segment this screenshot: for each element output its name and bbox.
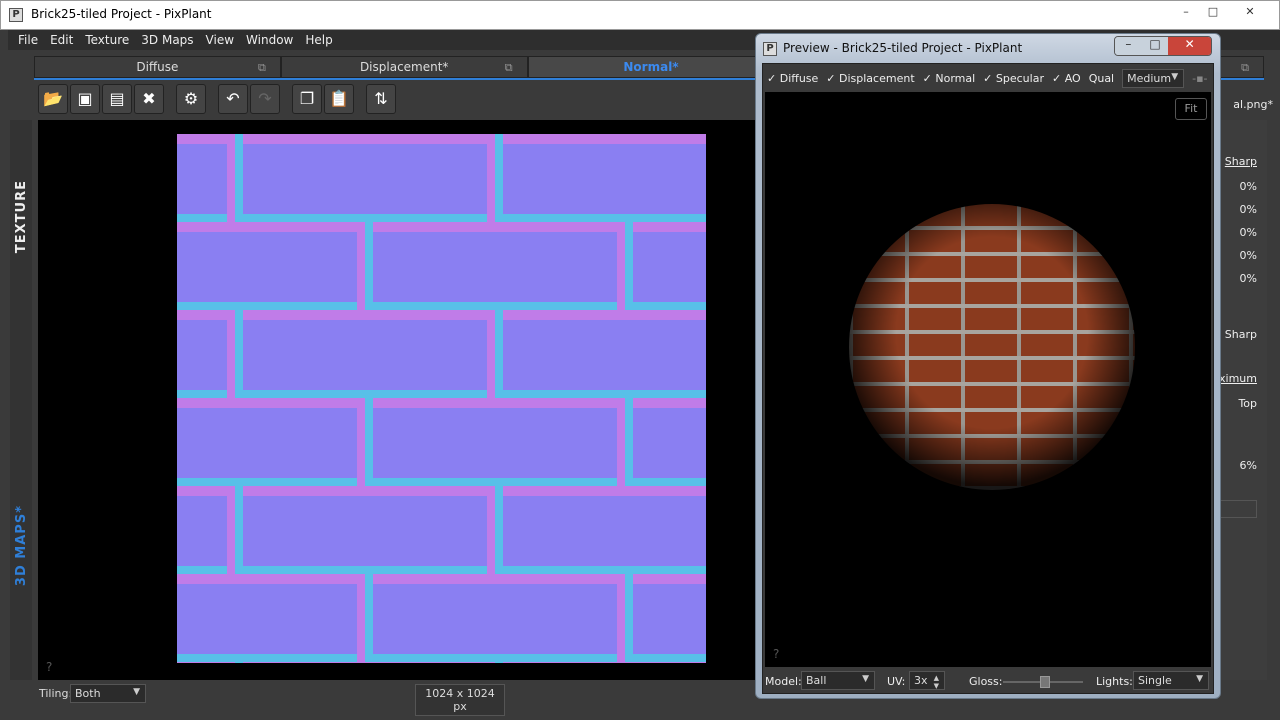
model-label: Model: <box>765 675 802 688</box>
chevron-down-icon: ▼ <box>133 687 140 697</box>
undock-icon[interactable]: ⧉ <box>258 57 266 78</box>
quality-value: Medium <box>1127 72 1172 85</box>
preview-minimize-button[interactable]: – <box>1115 37 1142 55</box>
menu-view[interactable]: View <box>206 33 234 47</box>
open-folder-icon[interactable]: 📂 <box>38 84 68 114</box>
checkbox-normal[interactable]: ✓ Normal <box>923 72 976 85</box>
app-icon: P <box>763 42 777 56</box>
undo-icon[interactable]: ↶ <box>218 84 248 114</box>
undock-icon[interactable]: ⧉ <box>1241 57 1249 78</box>
menu-edit[interactable]: Edit <box>50 33 73 47</box>
tab-label: Displacement* <box>359 60 449 74</box>
app-icon: P <box>9 8 23 22</box>
save-as-icon[interactable]: ▤ <box>102 84 132 114</box>
window-title: Brick25-tiled Project - PixPlant <box>31 7 212 21</box>
menu-window[interactable]: Window <box>246 33 293 47</box>
help-icon[interactable]: ? <box>46 660 52 674</box>
side-tab-3d-maps[interactable]: 3D MAPS* <box>14 505 29 586</box>
map-toggles: ✓ Diffuse ✓ Displacement ✓ Normal ✓ Spec… <box>767 69 1208 88</box>
chevron-down-icon: ▼ <box>1171 72 1179 82</box>
checkbox-ao[interactable]: ✓ AO <box>1052 72 1081 85</box>
tab-normal[interactable]: Normal* <box>527 56 775 78</box>
save-icon[interactable]: ▣ <box>70 84 100 114</box>
uv-spinner[interactable]: 3x ▲ ▼ <box>909 671 945 690</box>
texture-size: 1024 x 1024 px <box>415 684 505 716</box>
side-strip: TEXTURE 3D MAPS* <box>10 120 32 680</box>
preview-controls: Model: Ball ▼ UV: 3x ▲ ▼ Gloss: Lights: Sin… <box>765 670 1211 694</box>
gloss-slider[interactable] <box>1003 676 1083 688</box>
maximize-button[interactable]: □ <box>1200 3 1226 21</box>
toolbar: 📂 ▣ ▤ ✖ ⚙ ↶ ↷ ❐ 📋 ⇅ <box>38 84 396 116</box>
checkbox-displacement[interactable]: ✓ Displacement <box>826 72 914 85</box>
checkbox-label: Displacement <box>839 72 915 85</box>
settings-gear-icon[interactable]: ⚙ <box>176 84 206 114</box>
side-tab-texture[interactable]: TEXTURE <box>14 180 29 253</box>
copy-icon[interactable]: ❐ <box>292 84 322 114</box>
filename: al.png* <box>1233 98 1273 111</box>
preview-body: ✓ Diffuse ✓ Displacement ✓ Normal ✓ Spec… <box>762 63 1214 694</box>
quality-label: Qual <box>1088 72 1115 85</box>
tiling-label: Tiling: <box>39 687 73 700</box>
tab-label: Diffuse <box>136 60 179 74</box>
tab-diffuse[interactable]: Diffuse ⧉ <box>34 56 281 78</box>
checkbox-label: Normal <box>935 72 976 85</box>
menu-file[interactable]: File <box>18 33 38 47</box>
status-bar: Tiling: Both ▼ 1024 x 1024 px <box>38 680 755 716</box>
brick-normal-pattern <box>177 134 706 663</box>
tiling-value: Both <box>75 687 101 700</box>
help-icon[interactable]: ? <box>773 647 779 661</box>
title-bar: P Brick25-tiled Project - PixPlant – □ ✕ <box>0 0 1280 30</box>
menu-texture[interactable]: Texture <box>85 33 129 47</box>
chevron-down-icon: ▼ <box>862 674 869 684</box>
model-select[interactable]: Ball ▼ <box>801 671 875 690</box>
redo-icon[interactable]: ↷ <box>250 84 280 114</box>
mini-slider[interactable]: -▪- <box>1192 72 1207 85</box>
tab-label: Normal* <box>623 60 679 74</box>
pct-value: 0% <box>1239 249 1257 262</box>
undock-icon[interactable]: ⧉ <box>505 57 513 78</box>
model-value: Ball <box>806 674 827 687</box>
tab-displacement[interactable]: Displacement* ⧉ <box>280 56 528 78</box>
quality-select[interactable]: Medium ▼ <box>1122 69 1185 88</box>
gloss-label: Gloss: <box>969 675 1003 688</box>
checkbox-label: Diffuse <box>779 72 819 85</box>
pct-value: 0% <box>1239 272 1257 285</box>
preview-title: Preview - Brick25-tiled Project - PixPla… <box>783 41 1023 55</box>
pct-value: 6% <box>1239 459 1257 472</box>
lights-value: Single <box>1138 674 1172 687</box>
sharp-link[interactable]: Sharp <box>1225 155 1257 168</box>
pct-value: 0% <box>1239 180 1257 193</box>
swap-arrows-icon[interactable]: ⇅ <box>366 84 396 114</box>
preview-window: P Preview - Brick25-tiled Project - PixP… <box>755 33 1221 699</box>
preview-close-button[interactable]: ✕ <box>1168 37 1211 55</box>
chevron-down-icon: ▼ <box>1196 674 1203 684</box>
lights-select[interactable]: Single ▼ <box>1133 671 1209 690</box>
spinner-arrows-icon[interactable]: ▲ ▼ <box>934 674 939 690</box>
sharp-value: Sharp <box>1224 328 1257 341</box>
pct-value: 0% <box>1239 203 1257 216</box>
menu-help[interactable]: Help <box>305 33 332 47</box>
preview-maximize-button[interactable]: □ <box>1141 37 1169 55</box>
close-button[interactable]: ✕ <box>1237 3 1263 21</box>
gloss-slider-thumb[interactable] <box>1039 676 1050 688</box>
checkbox-diffuse[interactable]: ✓ Diffuse <box>767 72 818 85</box>
paste-icon[interactable]: 📋 <box>324 84 354 114</box>
lights-label: Lights: <box>1096 675 1133 688</box>
brick-sphere <box>849 204 1135 490</box>
uv-value: 3x <box>914 674 928 687</box>
pct-value: 0% <box>1239 226 1257 239</box>
checkbox-label: AO <box>1064 72 1081 85</box>
top-value: Top <box>1238 397 1257 410</box>
tiling-select[interactable]: Both ▼ <box>70 684 146 703</box>
minimize-button[interactable]: – <box>1173 3 1199 21</box>
normal-map-texture[interactable] <box>177 134 706 663</box>
checkbox-specular[interactable]: ✓ Specular <box>983 72 1044 85</box>
3d-viewport[interactable]: Fit ? <box>765 92 1211 667</box>
menu-3d-maps[interactable]: 3D Maps <box>141 33 193 47</box>
fit-button[interactable]: Fit <box>1175 98 1207 120</box>
checkbox-label: Specular <box>995 72 1044 85</box>
close-x-icon[interactable]: ✖ <box>134 84 164 114</box>
uv-label: UV: <box>887 675 906 688</box>
